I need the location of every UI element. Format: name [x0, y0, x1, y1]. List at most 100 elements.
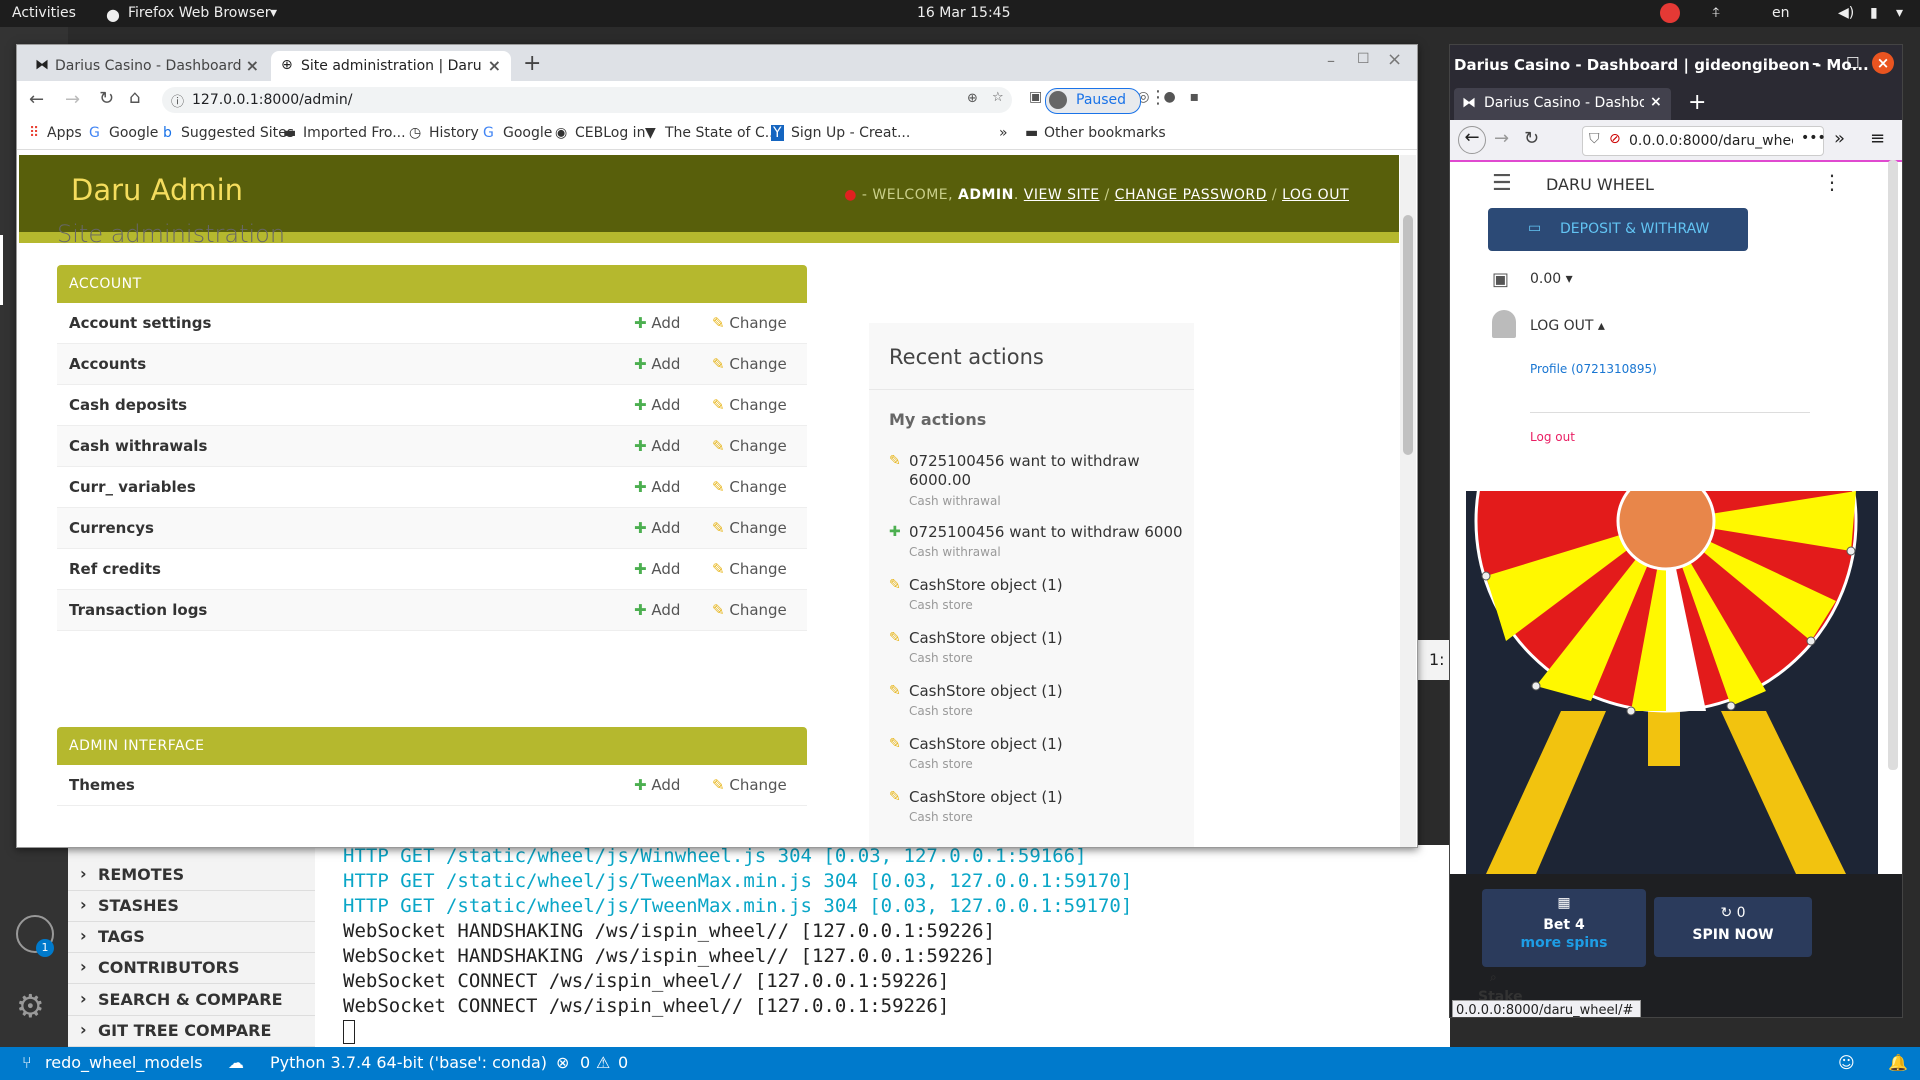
section-tags[interactable]: › TAGS	[68, 922, 315, 953]
model-link[interactable]: Account settings	[69, 314, 211, 332]
new-tab-button[interactable]: +	[523, 51, 541, 76]
deposit-withdraw-button[interactable]: ▭ DEPOSIT & WITHRAW	[1488, 208, 1748, 251]
section-remotes[interactable]: › REMOTES	[68, 860, 315, 891]
scrollbar-thumb[interactable]	[1403, 215, 1413, 455]
python-interpreter[interactable]: Python 3.7.4 64-bit ('base': conda)	[270, 1053, 547, 1072]
bookmark-ceblog[interactable]: CEBLog in	[575, 125, 645, 141]
add-link[interactable]: ✚ Add	[634, 478, 680, 496]
feedback-icon[interactable]: ☺	[1838, 1053, 1855, 1072]
hamburger-menu-icon[interactable]: ☰	[1492, 171, 1512, 196]
model-link[interactable]: Ref credits	[69, 560, 161, 578]
spin-now-button[interactable]: ↻ 0 SPIN NOW	[1654, 897, 1812, 957]
logout-link[interactable]: Log out	[1530, 430, 1575, 444]
bookmark-state-of-c[interactable]: The State of C...	[665, 125, 778, 141]
change-link[interactable]: ✎ Change	[712, 519, 787, 537]
battery-icon[interactable]: ▮	[1870, 5, 1878, 21]
do-not-disturb-icon[interactable]	[1660, 3, 1680, 23]
site-brand[interactable]: Daru Admin	[71, 173, 243, 207]
model-link[interactable]: Curr_ variables	[69, 478, 196, 496]
module-caption[interactable]: ADMIN INTERFACE	[57, 727, 807, 765]
change-link[interactable]: ✎ Change	[712, 396, 787, 414]
address-bar[interactable]: ⛉ ⊘ 0.0.0.0:8000/daru_wheel •••	[1582, 126, 1826, 156]
forward-icon[interactable]: →	[1494, 128, 1509, 149]
overflow-chevron-icon[interactable]: »	[1834, 128, 1845, 149]
model-link[interactable]: Transaction logs	[69, 601, 207, 619]
model-link[interactable]: Themes	[69, 776, 135, 794]
reload-icon[interactable]: ↻	[1524, 128, 1539, 149]
add-link[interactable]: ✚ Add	[634, 560, 680, 578]
change-link[interactable]: ✎ Change	[712, 560, 787, 578]
bookmark-sign-up[interactable]: Sign Up - Creat...	[791, 125, 910, 141]
zoom-icon[interactable]: ⊕	[967, 91, 978, 106]
model-link[interactable]: Currencys	[69, 519, 154, 537]
bookmark-imported[interactable]: Imported Fro...	[303, 125, 406, 141]
bookmark-google-2[interactable]: Google	[503, 125, 552, 141]
section-stashes[interactable]: › STASHES	[68, 891, 315, 922]
bookmark-history[interactable]: History	[429, 125, 479, 141]
forward-icon[interactable]: →	[65, 89, 80, 110]
git-branch[interactable]: redo_wheel_models	[45, 1053, 203, 1072]
add-link[interactable]: ✚ Add	[634, 437, 680, 455]
language-indicator[interactable]: en	[1772, 5, 1790, 21]
hamburger-menu-icon[interactable]: ≡	[1870, 128, 1885, 149]
accessibility-icon[interactable]: ⍏	[1712, 5, 1720, 21]
log-out-link[interactable]: LOG OUT	[1282, 187, 1349, 203]
more-bookmarks[interactable]: »	[999, 125, 1008, 141]
tab-site-administration[interactable]: ⊕ Site administration | Daru ×	[271, 51, 511, 81]
volume-icon[interactable]: ◀)	[1838, 5, 1854, 21]
logout-dropdown[interactable]: LOG OUT ▴	[1530, 318, 1605, 334]
gear-icon[interactable]: ⚙	[16, 987, 45, 1025]
address-bar[interactable]: ⓘ 127.0.0.1:8000/admin/ ⊕ ☆	[162, 87, 1012, 113]
section-contributors[interactable]: › CONTRIBUTORS	[68, 953, 315, 984]
add-link[interactable]: ✚ Add	[634, 396, 680, 414]
bookmark-google[interactable]: Google	[109, 125, 158, 141]
star-icon[interactable]: ☆	[992, 90, 1004, 105]
activities-button[interactable]: Activities	[12, 5, 76, 21]
view-site-link[interactable]: VIEW SITE	[1024, 187, 1100, 203]
other-bookmarks[interactable]: Other bookmarks	[1044, 125, 1166, 141]
close-window-button[interactable]: ×	[1387, 49, 1402, 70]
maximize-button[interactable]: ☐	[1357, 51, 1370, 67]
sync-icon[interactable]: ☁	[228, 1053, 244, 1072]
close-window-button[interactable]: ×	[1872, 52, 1894, 74]
minimize-button[interactable]: –	[1327, 51, 1335, 70]
add-link[interactable]: ✚ Add	[634, 776, 680, 794]
bookmark-apps[interactable]: Apps	[47, 125, 82, 141]
module-caption[interactable]: ACCOUNT	[57, 265, 807, 303]
maximize-button[interactable]: ☐	[1846, 54, 1859, 72]
kebab-menu-icon[interactable]: ⋮	[1822, 170, 1842, 194]
change-link[interactable]: ✎ Change	[712, 776, 787, 794]
info-icon[interactable]: ⓘ	[171, 91, 184, 110]
balance-dropdown[interactable]: 0.00 ▾	[1530, 271, 1573, 287]
terminal-panel[interactable]: HTTP GET /static/wheel/js/Winwheel.js 30…	[315, 845, 1450, 1047]
firefox-scrollbar[interactable]	[1888, 160, 1898, 770]
add-link[interactable]: ✚ Add	[634, 519, 680, 537]
new-tab-button[interactable]: +	[1688, 90, 1706, 115]
change-password-link[interactable]: CHANGE PASSWORD	[1115, 187, 1267, 203]
change-link[interactable]: ✎ Change	[712, 601, 787, 619]
add-link[interactable]: ✚ Add	[634, 601, 680, 619]
bell-icon[interactable]: 🔔	[1888, 1053, 1908, 1072]
minimize-button[interactable]: –	[1812, 54, 1820, 72]
change-link[interactable]: ✎ Change	[712, 314, 787, 332]
model-link[interactable]: Cash withrawals	[69, 437, 207, 455]
change-link[interactable]: ✎ Change	[712, 437, 787, 455]
error-count[interactable]: 0	[580, 1053, 590, 1072]
section-git-tree-compare[interactable]: › GIT TREE COMPARE	[68, 1016, 315, 1047]
change-link[interactable]: ✎ Change	[712, 478, 787, 496]
back-icon[interactable]: ←	[29, 89, 44, 110]
tab-darius-dashboard[interactable]: ⧓ Darius Casino - Dashboard ×	[25, 51, 269, 81]
close-icon[interactable]: ×	[1650, 94, 1662, 110]
close-icon[interactable]: ×	[246, 56, 259, 75]
profile-link[interactable]: Profile (0721310895)	[1530, 362, 1657, 376]
system-menu-icon[interactable]: ▾	[1896, 5, 1903, 21]
home-icon[interactable]: ⌂	[129, 87, 140, 108]
app-title[interactable]: DARU WHEEL	[1546, 175, 1654, 194]
warning-count[interactable]: 0	[618, 1053, 628, 1072]
profile-button[interactable]: Paused	[1045, 88, 1141, 114]
clock[interactable]: 16 Mar 15:45	[917, 5, 1010, 21]
model-link[interactable]: Cash deposits	[69, 396, 187, 414]
kebab-menu-icon[interactable]: ⋮	[1149, 87, 1167, 108]
bet-button[interactable]: ▦ Bet 4 more spins	[1482, 889, 1646, 967]
add-link[interactable]: ✚ Add	[634, 355, 680, 373]
